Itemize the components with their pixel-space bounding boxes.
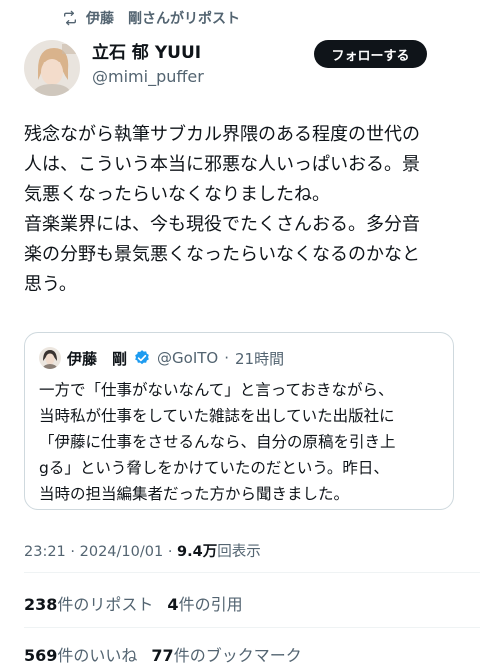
bookmarks-count: 77 [151,646,174,665]
engagement-stats-row-2: 569件のいいね 77件のブックマーク [24,642,302,666]
likes-label: 件のいいね [57,646,138,665]
quote-handle: @GoITO [157,349,219,367]
quote-separator: · [224,349,229,367]
reposts-count: 238 [24,595,58,614]
tweet-text: 残念ながら執筆サブカル界隈のある程度の世代の 人は、こういう本当に邪悪な人いっぱ… [24,124,420,295]
author-name[interactable]: 立石 郁 YUUI [92,42,204,64]
author-handle[interactable]: @mimi_puffer [92,66,204,88]
quotes-count: 4 [167,595,179,614]
author-info: 立石 郁 YUUI @mimi_puffer [92,42,204,88]
reposts-label: 件のリポスト [57,595,154,614]
quote-header: 伊藤 剛 @GoITO · 21時間 [39,347,284,369]
bookmarks-label: 件のブックマーク [173,646,302,665]
views-count: 9.4万 [177,544,218,560]
quote-time: 21時間 [235,349,285,368]
repost-icon [64,10,76,26]
tweet-timestamp: 23:21 · 2024/10/01 · 9.4万回表示 [24,540,261,561]
follow-button[interactable]: フォローする [314,40,427,68]
bookmarks-stat[interactable]: 77件のブックマーク [151,642,301,666]
divider [24,572,480,573]
timestamp-separator: · [70,544,76,560]
quote-text: 一方で「仕事がないなんて」と言っておきながら、 当時私が仕事をしていた雑誌を出し… [39,381,396,503]
verified-badge-icon [135,350,149,365]
tweet-time[interactable]: 23:21 [24,544,66,560]
divider [24,627,480,628]
likes-stat[interactable]: 569件のいいね [24,642,137,666]
engagement-stats-row-1: 238件のリポスト 4件の引用 [24,591,243,615]
repost-indicator[interactable]: 伊藤 剛さんがリポスト [62,8,240,28]
quote-avatar [39,347,61,369]
reposts-stat[interactable]: 238件のリポスト [24,591,153,615]
quotes-stat[interactable]: 4件の引用 [167,591,242,615]
timestamp-separator-2: · [167,544,173,560]
quoted-tweet[interactable]: 伊藤 剛 @GoITO · 21時間 一方で「仕事がないなんて」と言っておきなが… [24,332,454,510]
author-avatar[interactable] [24,40,80,96]
views-label: 回表示 [217,544,261,560]
likes-count: 569 [24,646,58,665]
quotes-label: 件の引用 [178,595,243,614]
repost-label: 伊藤 剛さんがリポスト [86,11,240,27]
tweet-date[interactable]: 2024/10/01 [80,544,164,560]
quote-author-name: 伊藤 剛 [67,349,128,368]
